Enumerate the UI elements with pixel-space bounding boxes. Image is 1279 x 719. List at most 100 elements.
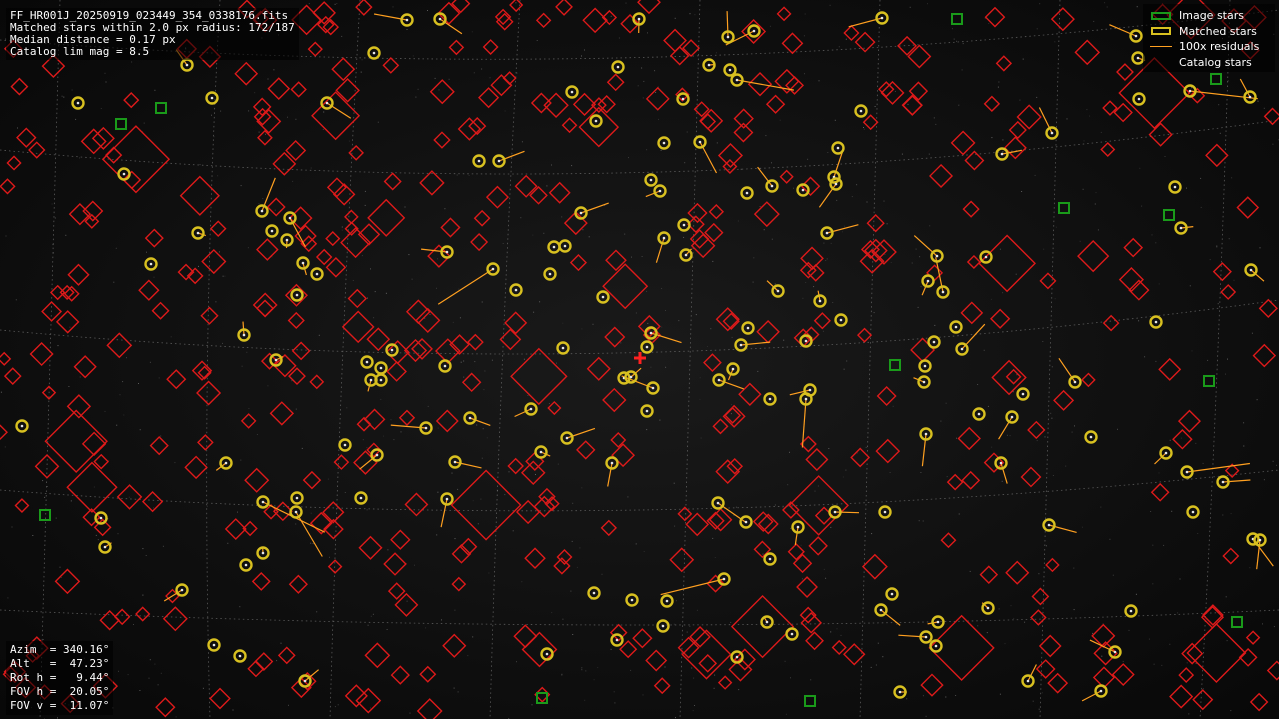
noise-pixel bbox=[1002, 139, 1004, 141]
noise-pixel bbox=[716, 142, 718, 144]
catalog-star-marker bbox=[703, 353, 722, 372]
catalog-star-marker bbox=[1177, 409, 1201, 433]
catalog-star-marker bbox=[382, 57, 400, 74]
noise-pixel bbox=[473, 72, 475, 74]
catalog-star-marker bbox=[405, 299, 431, 325]
catalog-star-marker bbox=[390, 665, 410, 685]
noise-pixel bbox=[160, 672, 162, 674]
star-core bbox=[1185, 470, 1189, 474]
noise-pixel bbox=[999, 693, 1001, 695]
legend-item-residuals: 100x residuals bbox=[1147, 39, 1271, 55]
noise-pixel bbox=[361, 59, 363, 61]
noise-pixel bbox=[628, 157, 629, 159]
catalog-star-marker bbox=[548, 181, 571, 204]
noise-pixel bbox=[940, 420, 942, 422]
noise-pixel bbox=[998, 608, 1000, 610]
catalog-star-marker bbox=[507, 457, 524, 475]
noise-pixel bbox=[1148, 638, 1150, 640]
noise-pixel bbox=[836, 628, 838, 630]
noise-pixel bbox=[1152, 583, 1154, 585]
star-core bbox=[1050, 131, 1054, 135]
noise-pixel bbox=[1093, 20, 1095, 22]
catalog-star-marker bbox=[257, 129, 273, 146]
noise-pixel bbox=[790, 527, 791, 529]
noise-pixel bbox=[472, 636, 474, 638]
star-core bbox=[1026, 679, 1030, 683]
catalog-star-marker bbox=[520, 460, 546, 486]
catalog-star-marker bbox=[1266, 660, 1279, 681]
noise-pixel bbox=[232, 709, 234, 711]
catalog-star-marker bbox=[266, 197, 286, 217]
noise-pixel bbox=[841, 231, 843, 233]
noise-pixel bbox=[933, 117, 935, 119]
image-star-marker bbox=[1203, 375, 1215, 387]
noise-pixel bbox=[348, 140, 350, 142]
catalog-star-marker bbox=[699, 113, 717, 130]
noise-pixel bbox=[93, 486, 95, 488]
catalog-star-marker bbox=[353, 450, 378, 475]
noise-pixel bbox=[1216, 245, 1218, 247]
image-star-marker bbox=[1058, 202, 1070, 214]
catalog-star-marker bbox=[645, 649, 668, 672]
noise-pixel bbox=[730, 413, 732, 415]
noise-pixel bbox=[731, 404, 733, 405]
catalog-star-marker bbox=[979, 565, 999, 584]
image-star-marker bbox=[804, 695, 816, 707]
catalog-star-marker bbox=[155, 697, 176, 718]
noise-pixel bbox=[247, 247, 249, 249]
catalog-star-marker bbox=[1111, 663, 1135, 687]
altitude-text: Alt = 47.23° bbox=[10, 657, 110, 670]
star-core bbox=[1000, 152, 1004, 156]
catalog-star-marker bbox=[429, 79, 455, 105]
noise-pixel bbox=[51, 203, 53, 205]
noise-pixel bbox=[829, 4, 831, 6]
noise-pixel bbox=[1083, 140, 1085, 142]
noise-pixel bbox=[1217, 303, 1219, 305]
noise-pixel bbox=[927, 3, 928, 5]
fov-vertical-text: FOV v = 11.07° bbox=[10, 699, 110, 712]
star-core bbox=[616, 65, 620, 69]
catalog-star-marker bbox=[796, 576, 818, 598]
residual-line bbox=[326, 102, 352, 119]
catalog-star-marker bbox=[907, 44, 932, 69]
star-core bbox=[746, 326, 750, 330]
noise-pixel bbox=[409, 304, 411, 306]
star-core bbox=[369, 378, 373, 382]
catalog-star-marker bbox=[600, 519, 618, 537]
noise-pixel bbox=[991, 137, 993, 139]
noise-pixel bbox=[438, 89, 440, 91]
noise-pixel bbox=[1095, 192, 1097, 194]
noise-pixel bbox=[1092, 632, 1094, 634]
catalog-star-marker bbox=[427, 244, 451, 268]
noise-pixel bbox=[239, 606, 241, 608]
residual-line bbox=[794, 526, 799, 546]
legend-label: Image stars bbox=[1179, 9, 1244, 23]
star-core bbox=[801, 188, 805, 192]
catalog-star-marker bbox=[1045, 557, 1060, 573]
noise-pixel bbox=[451, 472, 453, 474]
catalog-star-marker bbox=[1186, 622, 1247, 683]
noise-pixel bbox=[854, 646, 856, 648]
noise-pixel bbox=[1009, 435, 1011, 437]
residual-line bbox=[736, 79, 795, 91]
catalog-star-marker bbox=[224, 518, 247, 541]
noise-pixel bbox=[318, 334, 320, 336]
catalog-star-marker bbox=[637, 0, 661, 15]
star-core bbox=[343, 443, 347, 447]
noise-pixel bbox=[834, 119, 836, 121]
noise-pixel bbox=[61, 95, 63, 97]
noise-pixel bbox=[665, 366, 667, 368]
noise-pixel bbox=[997, 86, 999, 88]
noise-pixel bbox=[990, 298, 992, 300]
noise-pixel bbox=[740, 168, 742, 170]
noise-pixel bbox=[807, 158, 809, 160]
noise-pixel bbox=[474, 361, 476, 363]
star-core bbox=[698, 140, 702, 144]
star-core bbox=[76, 101, 80, 105]
catalog-star-marker bbox=[808, 536, 828, 556]
catalog-star-marker bbox=[1222, 547, 1240, 565]
noise-pixel bbox=[572, 502, 574, 504]
noise-pixel bbox=[956, 40, 957, 42]
noise-pixel bbox=[0, 391, 2, 393]
star-core bbox=[898, 690, 902, 694]
